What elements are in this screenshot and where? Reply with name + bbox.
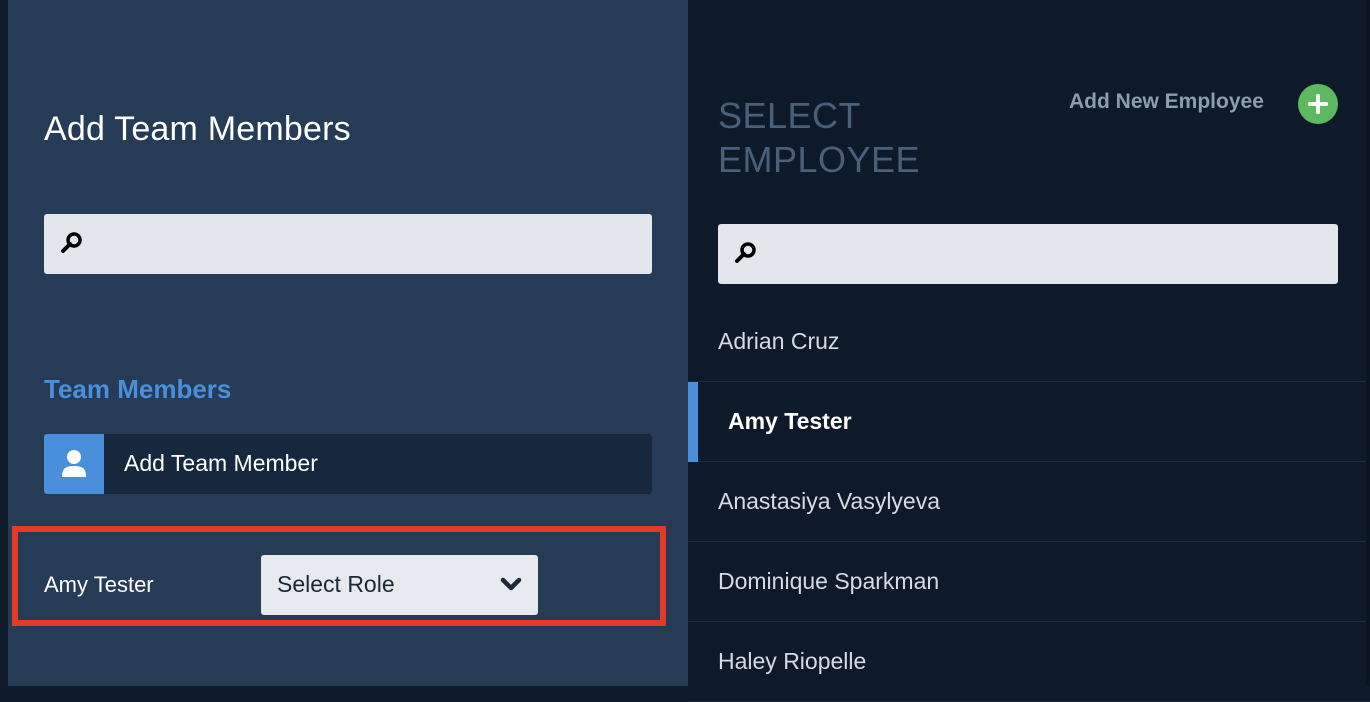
employee-name: Adrian Cruz [718,328,840,354]
employee-name: Haley Riopelle [718,648,867,674]
employee-search-input[interactable] [774,224,1328,286]
add-new-employee-link[interactable]: Add New Employee [1069,90,1264,114]
add-team-members-panel: Add Team Members Team Members Add Team M… [8,0,688,686]
team-member-name: Amy Tester [44,572,154,597]
employee-list-item[interactable]: Anastasiya Vasylyeva [688,462,1370,542]
role-select-value: Select Role [277,571,395,597]
employee-name: Amy Tester [728,408,852,434]
team-search-field[interactable] [44,214,652,276]
search-icon [60,231,84,255]
search-icon [734,241,758,265]
user-avatar-box [44,434,104,494]
employee-name: Dominique Sparkman [718,568,940,594]
employee-name: Anastasiya Vasylyeva [718,488,941,514]
employee-list: Adrian Cruz Amy Tester Anastasiya Vasyly… [688,302,1370,702]
scrollbar-track[interactable] [1366,0,1370,686]
employee-list-item[interactable]: Haley Riopelle [688,622,1370,702]
team-search-input[interactable] [100,214,642,276]
role-select-dropdown[interactable]: Select Role [261,555,538,615]
window-edge [0,0,8,686]
employee-list-item[interactable]: Dominique Sparkman [688,542,1370,622]
add-team-member-label: Add Team Member [124,450,318,476]
user-icon [62,450,86,477]
employee-list-item-selected[interactable]: Amy Tester [688,382,1370,462]
select-employee-title: SELECT EMPLOYEE [718,95,921,180]
add-team-member-button[interactable]: Add Team Member [44,434,652,494]
employee-list-item[interactable]: Adrian Cruz [688,302,1370,382]
panel-title: Add Team Members [44,110,351,148]
plus-icon [1308,94,1328,114]
team-members-heading: Team Members [44,374,232,404]
team-member-row: Amy Tester Select Role [12,526,666,626]
add-new-employee-button[interactable] [1298,84,1338,124]
employee-search-field[interactable] [718,224,1338,286]
chevron-down-icon [500,577,522,591]
